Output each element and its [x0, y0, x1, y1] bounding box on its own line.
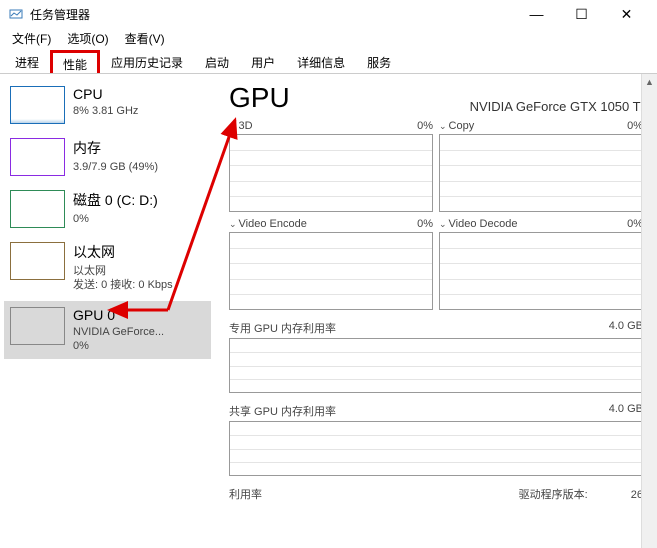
- tab-processes[interactable]: 进程: [4, 50, 50, 73]
- vertical-scrollbar[interactable]: ▲: [641, 74, 657, 548]
- shared-gpu-mem-section: 共享 GPU 内存利用率 4.0 GB: [229, 403, 643, 476]
- sidebar-memory-sub: 3.9/7.9 GB (49%): [73, 160, 158, 174]
- tab-performance[interactable]: 性能: [50, 50, 100, 73]
- scroll-up-icon[interactable]: ▲: [642, 74, 657, 90]
- graph-venc-box: [229, 232, 433, 310]
- minimize-button[interactable]: —: [514, 0, 559, 28]
- graph-video-decode[interactable]: ⌄Video Decode 0%: [439, 218, 643, 310]
- sidebar-cpu-sub: 8% 3.81 GHz: [73, 104, 138, 118]
- driver-version-label: 驱动程序版本:: [519, 489, 588, 501]
- chevron-down-icon: ⌄: [229, 219, 237, 229]
- chevron-down-icon: ⌄: [439, 121, 447, 131]
- app-icon: [8, 6, 24, 22]
- shared-mem-box: [229, 421, 643, 476]
- sidebar-item-gpu[interactable]: GPU 0 NVIDIA GeForce... 0%: [4, 301, 211, 360]
- dedicated-mem-box: [229, 338, 643, 393]
- sidebar-item-cpu[interactable]: CPU 8% 3.81 GHz: [4, 80, 211, 130]
- graph-venc-pct: 0%: [417, 218, 433, 230]
- sidebar-ethernet-title: 以太网: [73, 242, 173, 262]
- dedicated-gpu-mem-section: 专用 GPU 内存利用率 4.0 GB: [229, 320, 643, 393]
- gpu-model: NVIDIA GeForce GTX 1050 Ti: [470, 99, 643, 114]
- sidebar-memory-title: 内存: [73, 138, 158, 158]
- sidebar-cpu-title: CPU: [73, 86, 138, 102]
- graph-copy-label: Copy: [449, 120, 475, 132]
- menu-options[interactable]: 选项(O): [59, 28, 116, 50]
- stats-row: 利用率 驱动程序版本: 26: [229, 486, 643, 502]
- sidebar-gpu-title: GPU 0: [73, 307, 164, 323]
- graph-copy[interactable]: ⌄Copy 0%: [439, 120, 643, 212]
- stats-left: 利用率: [229, 486, 262, 502]
- tab-services[interactable]: 服务: [356, 50, 402, 73]
- disk-thumbnail: [10, 190, 65, 228]
- sidebar-item-ethernet[interactable]: 以太网 以太网 发送: 0 接收: 0 Kbps: [4, 236, 211, 299]
- chevron-down-icon: ⌄: [229, 121, 237, 131]
- dedicated-mem-max: 4.0 GB: [609, 320, 643, 336]
- gpu-thumbnail: [10, 307, 65, 345]
- graph-3d-label: 3D: [239, 120, 253, 132]
- sidebar-disk-title: 磁盘 0 (C: D:): [73, 190, 158, 210]
- sidebar-item-memory[interactable]: 内存 3.9/7.9 GB (49%): [4, 132, 211, 182]
- shared-mem-max: 4.0 GB: [609, 403, 643, 419]
- chevron-down-icon: ⌄: [439, 219, 447, 229]
- window-title: 任务管理器: [30, 6, 90, 23]
- body: CPU 8% 3.81 GHz 内存 3.9/7.9 GB (49%) 磁盘 0…: [0, 74, 657, 548]
- sidebar-gpu-sub1: NVIDIA GeForce...: [73, 325, 164, 339]
- graph-video-encode[interactable]: ⌄Video Encode 0%: [229, 218, 433, 310]
- sidebar: CPU 8% 3.81 GHz 内存 3.9/7.9 GB (49%) 磁盘 0…: [0, 74, 215, 548]
- ethernet-thumbnail: [10, 242, 65, 280]
- dedicated-mem-label: 专用 GPU 内存利用率: [229, 320, 336, 336]
- sidebar-ethernet-sub2: 发送: 0 接收: 0 Kbps: [73, 278, 173, 292]
- menu-view[interactable]: 查看(V): [117, 28, 173, 50]
- tab-details[interactable]: 详细信息: [286, 50, 356, 73]
- tabbar: 进程 性能 应用历史记录 启动 用户 详细信息 服务: [0, 50, 657, 74]
- window-controls: — ☐ ✕: [514, 0, 649, 28]
- maximize-button[interactable]: ☐: [559, 0, 604, 28]
- graph-3d-box: [229, 134, 433, 212]
- graph-vdec-label: Video Decode: [449, 218, 518, 230]
- tab-users[interactable]: 用户: [240, 50, 286, 73]
- graph-grid: ⌄3D 0% ⌄Copy 0% ⌄Video Encode: [229, 120, 643, 310]
- page-title: GPU: [229, 82, 290, 114]
- sidebar-disk-sub: 0%: [73, 212, 158, 226]
- sidebar-item-disk[interactable]: 磁盘 0 (C: D:) 0%: [4, 184, 211, 234]
- tab-startup[interactable]: 启动: [194, 50, 240, 73]
- graph-3d-pct: 0%: [417, 120, 433, 132]
- sidebar-ethernet-sub1: 以太网: [73, 264, 173, 278]
- graph-3d[interactable]: ⌄3D 0%: [229, 120, 433, 212]
- graph-venc-label: Video Encode: [239, 218, 307, 230]
- menu-file[interactable]: 文件(F): [4, 28, 59, 50]
- close-button[interactable]: ✕: [604, 0, 649, 28]
- sidebar-gpu-sub2: 0%: [73, 339, 164, 353]
- memory-thumbnail: [10, 138, 65, 176]
- shared-mem-label: 共享 GPU 内存利用率: [229, 403, 336, 419]
- menubar: 文件(F) 选项(O) 查看(V): [0, 28, 657, 50]
- graph-vdec-box: [439, 232, 643, 310]
- graph-copy-box: [439, 134, 643, 212]
- cpu-thumbnail: [10, 86, 65, 124]
- main-panel: GPU NVIDIA GeForce GTX 1050 Ti ⌄3D 0% ⌄C…: [215, 74, 657, 548]
- tab-app-history[interactable]: 应用历史记录: [100, 50, 194, 73]
- titlebar: 任务管理器 — ☐ ✕: [0, 0, 657, 28]
